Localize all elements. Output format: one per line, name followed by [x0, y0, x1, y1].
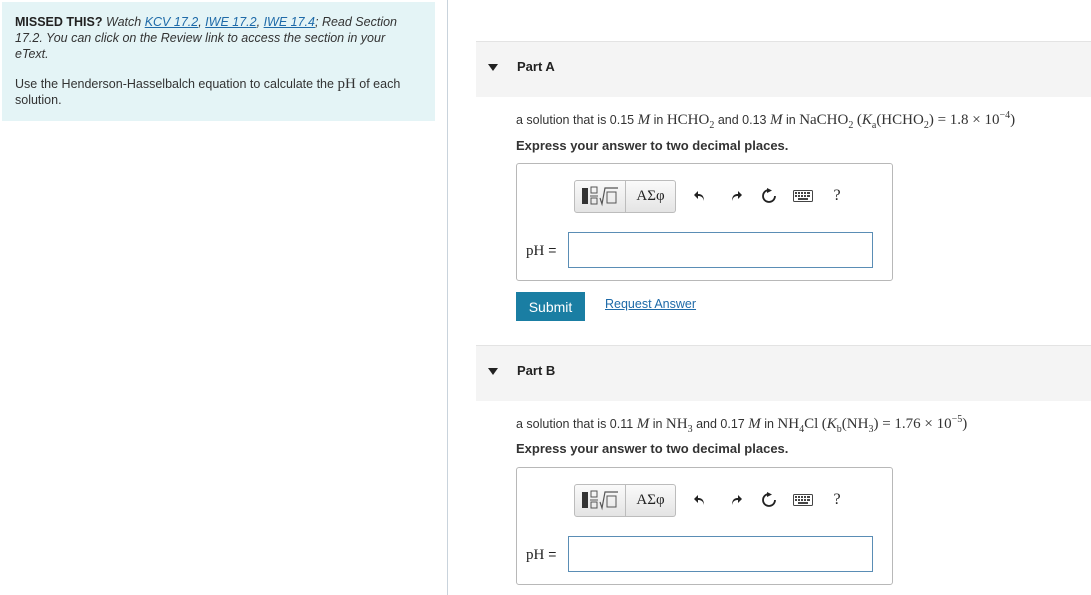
- link-iwe-17-2[interactable]: IWE 17.2: [205, 15, 256, 29]
- reset-icon[interactable]: [752, 484, 786, 517]
- part-b-express: Express your answer to two decimal place…: [516, 441, 789, 456]
- keyboard-icon[interactable]: [786, 484, 820, 517]
- part-a-header[interactable]: Part A: [476, 41, 1091, 97]
- request-answer-link[interactable]: Request Answer: [605, 297, 696, 311]
- keyboard-icon[interactable]: [786, 180, 820, 213]
- submit-button[interactable]: Submit: [516, 292, 585, 321]
- part-b-header[interactable]: Part B: [476, 345, 1091, 401]
- part-a-toolbar: ΑΣφ ?: [574, 179, 854, 213]
- part-b-ph-label: pH =: [526, 546, 557, 563]
- part-b-label: Part B: [517, 363, 556, 378]
- help-icon[interactable]: ?: [820, 180, 854, 213]
- redo-icon[interactable]: [718, 484, 752, 517]
- part-b-toolbar: ΑΣφ ?: [574, 483, 854, 517]
- link-iwe-17-4[interactable]: IWE 17.4: [264, 15, 315, 29]
- templates-button[interactable]: [574, 179, 626, 213]
- collapse-triangle-icon[interactable]: [488, 64, 498, 71]
- help-icon[interactable]: ?: [820, 484, 854, 517]
- greek-symbols-button[interactable]: ΑΣφ: [626, 483, 676, 517]
- missed-this-title: MISSED THIS?: [15, 15, 103, 29]
- fraction-radical-icon: [582, 490, 618, 511]
- missed-this-panel: MISSED THIS? Watch KCV 17.2, IWE 17.2, I…: [2, 2, 435, 121]
- greek-symbols-button[interactable]: ΑΣφ: [626, 179, 676, 213]
- part-b-answer-box: ΑΣφ ? pH =: [516, 467, 893, 585]
- part-a-question: a solution that is 0.15 M in HCHO2 and 0…: [516, 110, 1016, 131]
- collapse-triangle-icon[interactable]: [488, 368, 498, 375]
- part-a-answer-box: ΑΣφ ? pH =: [516, 163, 893, 281]
- left-column: MISSED THIS? Watch KCV 17.2, IWE 17.2, I…: [0, 0, 448, 595]
- fraction-radical-icon: [582, 186, 618, 207]
- part-a-label: Part A: [517, 59, 555, 74]
- watch-text: Watch: [106, 15, 142, 29]
- part-a-express: Express your answer to two decimal place…: [516, 138, 789, 153]
- part-a-ph-input[interactable]: [568, 232, 873, 268]
- undo-icon[interactable]: [684, 484, 718, 517]
- link-kcv-17-2[interactable]: KCV 17.2: [145, 15, 199, 29]
- part-b-question: a solution that is 0.11 M in NH3 and 0.1…: [516, 414, 968, 435]
- reset-icon[interactable]: [752, 180, 786, 213]
- undo-icon[interactable]: [684, 180, 718, 213]
- instruction-text: Use the Henderson-Hasselbalch equation t…: [15, 76, 401, 107]
- redo-icon[interactable]: [718, 180, 752, 213]
- part-a-ph-label: pH =: [526, 242, 557, 259]
- part-b-ph-input[interactable]: [568, 536, 873, 572]
- templates-button[interactable]: [574, 483, 626, 517]
